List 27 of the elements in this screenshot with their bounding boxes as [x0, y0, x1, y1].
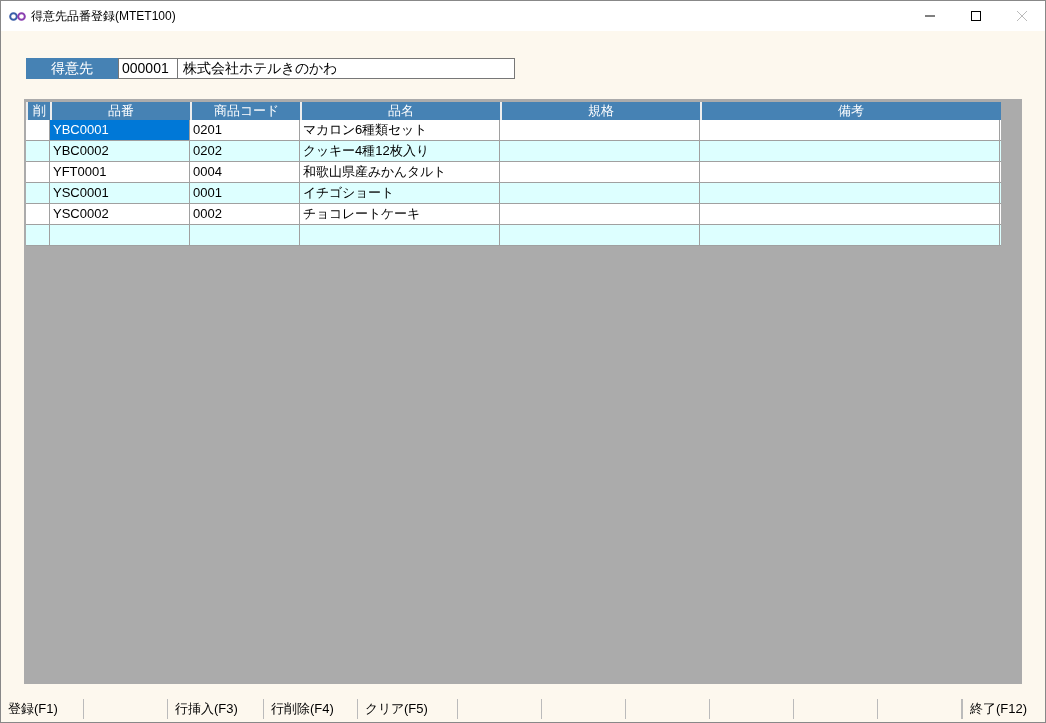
function-key-button[interactable]: クリア(F5) [365, 699, 428, 719]
close-icon[interactable] [1017, 11, 1027, 21]
table-cell[interactable]: YSC0001 [50, 183, 190, 203]
window-title: 得意先品番登録(MTET100) [31, 8, 176, 25]
table-cell[interactable]: YBC0001 [50, 120, 190, 140]
customer-label: 得意先 [26, 58, 118, 79]
table-cell[interactable]: クッキー4種12枚入り [300, 141, 500, 161]
maximize-icon[interactable] [971, 11, 981, 21]
table-cell[interactable]: 0001 [190, 183, 300, 203]
table-cell[interactable]: 0201 [190, 120, 300, 140]
function-key-button[interactable]: 登録(F1) [8, 699, 58, 719]
function-key-button[interactable]: 行削除(F4) [271, 699, 334, 719]
table-cell[interactable]: チョコレートケーキ [300, 204, 500, 224]
customer-code-field[interactable]: 000001 [118, 58, 178, 79]
function-key-button[interactable]: 行挿入(F3) [175, 699, 238, 719]
table-cell[interactable]: 和歌山県産みかんタルト [300, 162, 500, 182]
table-cell[interactable]: YSC0002 [50, 204, 190, 224]
table-cell[interactable]: イチゴショート [300, 183, 500, 203]
table-cell[interactable]: 0202 [190, 141, 300, 161]
table-cell[interactable]: マカロン6種類セット [300, 120, 500, 140]
table-cell[interactable]: YBC0002 [50, 141, 190, 161]
table-cell[interactable]: YFT0001 [50, 162, 190, 182]
table-cell[interactable]: 0002 [190, 204, 300, 224]
app-icon [9, 11, 26, 21]
function-key-button[interactable]: 終了(F12) [970, 699, 1028, 719]
customer-name-field[interactable]: 株式会社ホテルきのかわ [178, 58, 515, 79]
table-cell[interactable]: 0004 [190, 162, 300, 182]
